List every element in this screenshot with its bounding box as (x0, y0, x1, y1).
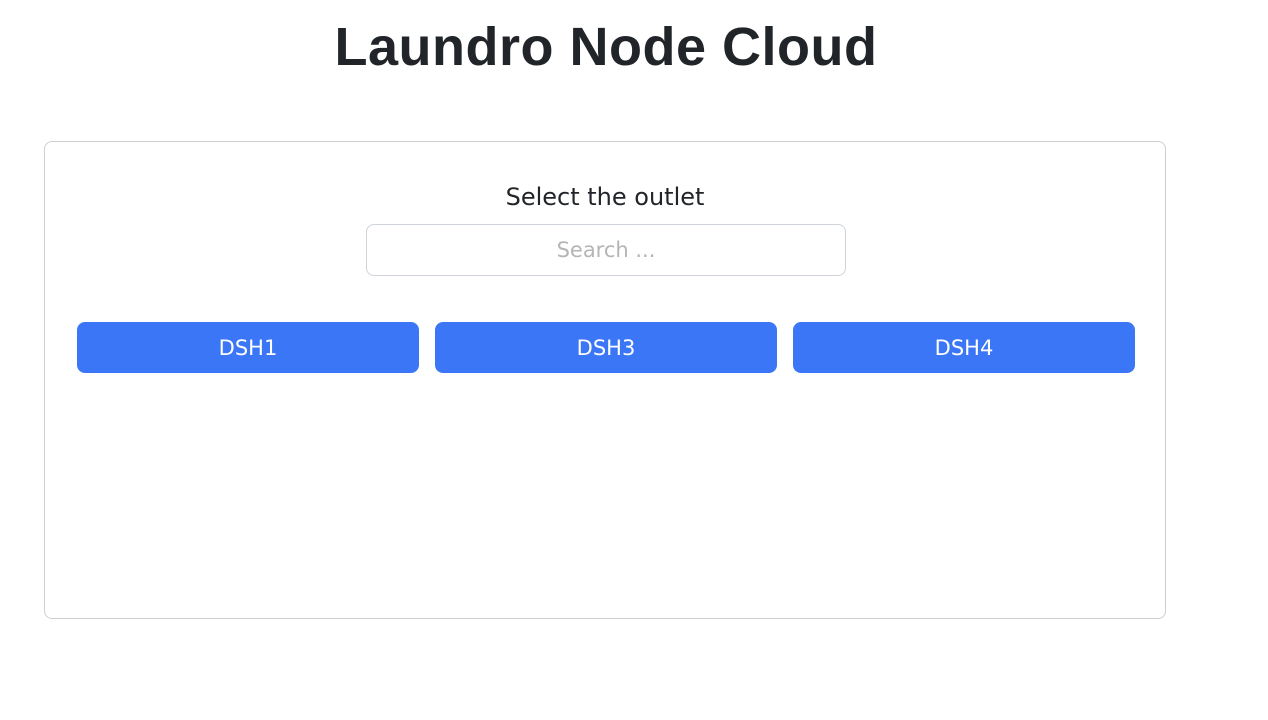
page: Laundro Node Cloud Select the outlet DSH… (0, 0, 1268, 720)
outlet-selection-card: Select the outlet DSH1 DSH3 DSH4 (44, 141, 1166, 619)
outlet-list: DSH1 DSH3 DSH4 (77, 322, 1135, 373)
outlet-button-dsh1[interactable]: DSH1 (77, 322, 419, 373)
outlet-button-dsh3[interactable]: DSH3 (435, 322, 777, 373)
outlet-button-dsh4[interactable]: DSH4 (793, 322, 1135, 373)
select-outlet-label: Select the outlet (505, 183, 705, 211)
outlet-search-input[interactable] (366, 224, 846, 276)
page-title: Laundro Node Cloud (334, 17, 878, 77)
